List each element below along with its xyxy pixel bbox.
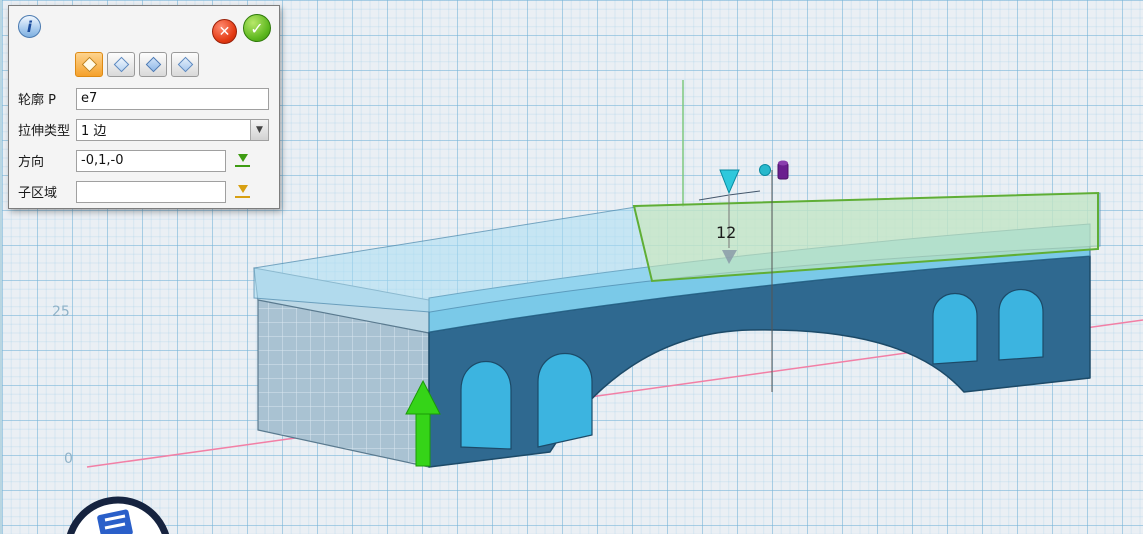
extrude-option-1[interactable] — [75, 52, 103, 77]
subregion-row: 子区域 — [9, 176, 279, 207]
dropdown-arrow-icon[interactable]: ▼ — [250, 120, 268, 140]
sphere-handle[interactable] — [760, 165, 771, 176]
diamond-4-icon — [177, 57, 193, 73]
dialog-header: i ✕ ✓ — [9, 6, 279, 50]
extrude-option-4[interactable] — [171, 52, 199, 77]
arch-opening — [538, 354, 592, 448]
direction-row: 方向 — [9, 145, 279, 176]
extrude-type-toolbar — [9, 50, 279, 83]
close-icon: ✕ — [219, 24, 231, 40]
diamond-1-icon — [81, 57, 97, 73]
arch-opening — [933, 294, 977, 365]
diamond-3-icon — [145, 57, 161, 73]
profile-row: 轮廓 P — [9, 83, 279, 114]
extrude-type-select[interactable]: 1 边 ▼ — [76, 119, 269, 141]
confirm-button[interactable]: ✓ — [243, 14, 271, 42]
subregion-label: 子区域 — [18, 182, 76, 201]
drag-cone-handle[interactable] — [720, 170, 739, 193]
diamond-2-icon — [113, 57, 129, 73]
extrude-option-3[interactable] — [139, 52, 167, 77]
profile-input[interactable] — [76, 88, 269, 110]
app-logo — [68, 500, 168, 534]
axis-label-0: 0 — [64, 451, 73, 467]
direction-input[interactable] — [76, 150, 226, 172]
arch-opening — [461, 362, 511, 450]
cylinder-handle-top — [778, 161, 788, 166]
direction-label: 方向 — [18, 151, 76, 170]
axis-label-25: 25 — [52, 304, 70, 320]
extrude-option-2[interactable] — [107, 52, 135, 77]
extrude-type-value: 1 边 — [77, 120, 250, 139]
arch-opening — [999, 290, 1043, 361]
extrude-type-label: 拉伸类型 — [18, 120, 76, 139]
pick-subregion-icon[interactable] — [235, 184, 250, 199]
viewport[interactable]: 25 0 — [0, 0, 1143, 534]
pick-direction-icon[interactable] — [235, 153, 250, 168]
subregion-input[interactable] — [76, 181, 226, 203]
cancel-button[interactable]: ✕ — [212, 19, 237, 44]
bridge-model[interactable] — [254, 191, 1100, 467]
profile-label: 轮廓 P — [18, 89, 76, 108]
info-icon-glyph: i — [27, 18, 32, 36]
extrude-type-row: 拉伸类型 1 边 ▼ — [9, 114, 279, 145]
check-icon: ✓ — [250, 19, 263, 38]
extrude-dialog: i ✕ ✓ 轮廓 P — [8, 5, 280, 209]
dimension-value: 12 — [716, 223, 736, 242]
info-icon[interactable]: i — [18, 15, 41, 38]
